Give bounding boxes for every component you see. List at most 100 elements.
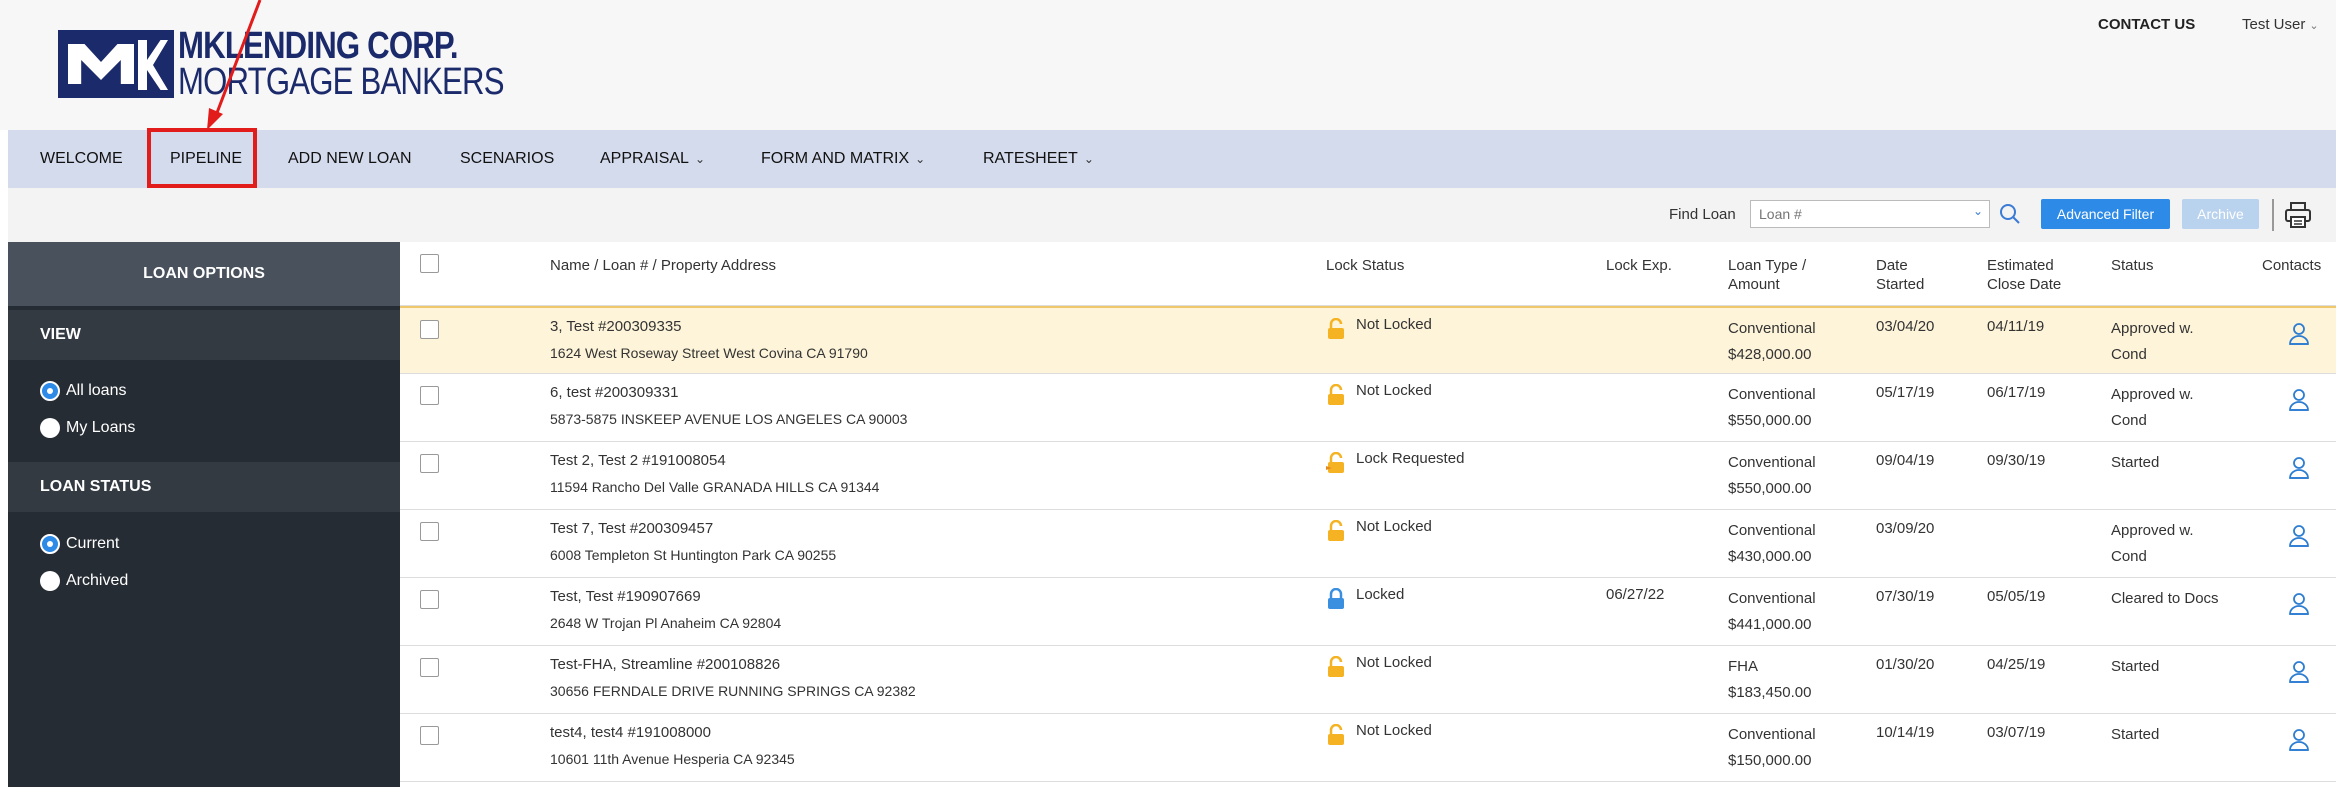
- table-row[interactable]: Test-FHA, Streamline #200108826 30656 FER…: [400, 646, 2336, 714]
- contact-us-link[interactable]: CONTACT US: [2098, 16, 2195, 33]
- chevron-down-icon: ⌄: [694, 152, 705, 166]
- loan-status: Approved w.: [2111, 320, 2194, 337]
- table-row[interactable]: Test, Test #190907669 2648 W Trojan Pl An…: [400, 578, 2336, 646]
- date-started: 09/04/19: [1876, 452, 1935, 469]
- loan-amount: $428,000.00: [1728, 346, 1812, 363]
- property-address: 10601 11th Avenue Hesperia CA 92345: [550, 751, 795, 767]
- table-row[interactable]: 3, Test #200309335 1624 West Roseway Stre…: [400, 306, 2336, 374]
- loan-status-heading: LOAN STATUS: [8, 462, 400, 512]
- row-checkbox[interactable]: [420, 320, 439, 339]
- table-header: Name / Loan # / Property Address Lock St…: [400, 242, 2336, 306]
- loan-type: Conventional: [1728, 522, 1816, 539]
- loan-name[interactable]: 6, test #200309331: [550, 380, 678, 406]
- lock-open-icon: [1326, 655, 1346, 678]
- row-checkbox[interactable]: [420, 386, 439, 405]
- header-status[interactable]: Status: [2111, 256, 2154, 275]
- property-address: 6008 Templeton St Huntington Park CA 902…: [550, 547, 837, 563]
- nav-appraisal[interactable]: APPRAISAL ⌄: [600, 130, 705, 188]
- lock-open-icon: [1326, 723, 1346, 746]
- table-row[interactable]: Test 2, Test 2 #191008054 11594 Rancho De…: [400, 442, 2336, 510]
- header-name[interactable]: Name / Loan # / Property Address: [550, 256, 776, 275]
- user-menu[interactable]: Test User ⌄: [2242, 16, 2319, 33]
- loan-type: Conventional: [1728, 386, 1816, 403]
- row-checkbox[interactable]: [420, 522, 439, 541]
- header-contacts: Contacts: [2262, 257, 2322, 274]
- est-close-date: 09/30/19: [1987, 452, 2046, 469]
- radio-selected-icon[interactable]: [40, 534, 60, 554]
- loan-status: Cleared to Docs: [2111, 590, 2219, 607]
- contact-person-icon[interactable]: [2288, 728, 2310, 752]
- lock-open-icon: [1326, 383, 1346, 406]
- table-row[interactable]: Test 7, Test #200309457 6008 Templeton St…: [400, 510, 2336, 578]
- row-checkbox[interactable]: [420, 454, 439, 473]
- toolbar-divider: [2272, 199, 2274, 231]
- radio-my-loans[interactable]: My Loans: [40, 418, 135, 438]
- lock-status: Locked: [1356, 586, 1405, 603]
- table-row[interactable]: test4, test4 #191008000 10601 11th Avenue…: [400, 714, 2336, 782]
- radio-archived[interactable]: Archived: [40, 571, 128, 591]
- loan-type: Conventional: [1728, 320, 1816, 337]
- loan-status-cont: Cond: [2111, 548, 2147, 565]
- lock-open-icon: [1326, 519, 1346, 542]
- nav-form-and-matrix[interactable]: FORM AND MATRIX ⌄: [761, 130, 925, 188]
- header-loan-type[interactable]: Loan Type / Amount: [1728, 256, 1806, 294]
- contact-person-icon[interactable]: [2288, 524, 2310, 548]
- loan-name[interactable]: Test, Test #190907669: [550, 584, 701, 610]
- radio-unselected-icon[interactable]: [40, 418, 60, 438]
- contact-person-icon[interactable]: [2288, 322, 2310, 346]
- radio-all-loans[interactable]: All loans: [40, 381, 126, 401]
- lock-status: Not Locked: [1356, 382, 1432, 399]
- logo-mark-icon: [58, 30, 174, 98]
- row-checkbox[interactable]: [420, 658, 439, 677]
- row-checkbox[interactable]: [420, 726, 439, 745]
- loan-type: FHA: [1728, 658, 1758, 675]
- contact-person-icon[interactable]: [2288, 388, 2310, 412]
- radio-current[interactable]: Current: [40, 534, 119, 554]
- radio-unselected-icon[interactable]: [40, 571, 60, 591]
- find-loan-input[interactable]: [1750, 200, 1990, 228]
- date-started: 07/30/19: [1876, 588, 1935, 605]
- loan-name[interactable]: Test 7, Test #200309457: [550, 516, 713, 542]
- chevron-down-icon: ⌄: [915, 152, 926, 166]
- table-row[interactable]: 6, test #200309331 5873-5875 INSKEEP AVEN…: [400, 374, 2336, 442]
- nav-scenarios[interactable]: SCENARIOS: [460, 130, 554, 188]
- contact-person-icon[interactable]: [2288, 456, 2310, 480]
- nav-welcome[interactable]: WELCOME: [40, 130, 123, 188]
- row-checkbox[interactable]: [420, 590, 439, 609]
- date-started: 01/30/20: [1876, 656, 1935, 673]
- find-loan-label: Find Loan: [1669, 206, 1736, 223]
- company-logo[interactable]: MKLENDING CORP. MORTGAGE BANKERS: [58, 27, 575, 101]
- loan-name[interactable]: 3, Test #200309335: [550, 314, 682, 340]
- loan-name[interactable]: Test-FHA, Streamline #200108826: [550, 652, 780, 678]
- loan-status-cont: Cond: [2111, 412, 2147, 429]
- select-all-checkbox[interactable]: [420, 254, 439, 273]
- est-close-date: 04/11/19: [1987, 318, 2045, 335]
- date-started: 05/17/19: [1876, 384, 1935, 401]
- contact-person-icon[interactable]: [2288, 592, 2310, 616]
- advanced-filter-button[interactable]: Advanced Filter: [2041, 199, 2170, 229]
- est-close-date: 05/05/19: [1987, 588, 2046, 605]
- loan-status: Started: [2111, 658, 2160, 675]
- est-close-date: 04/25/19: [1987, 656, 2046, 673]
- archive-button[interactable]: Archive: [2182, 199, 2259, 229]
- header-lock-status[interactable]: Lock Status: [1326, 256, 1404, 275]
- lock-open-icon: [1326, 317, 1346, 340]
- loan-name[interactable]: test4, test4 #191008000: [550, 720, 711, 746]
- header-est-close[interactable]: Estimated Close Date: [1987, 256, 2061, 294]
- sidebar-title: LOAN OPTIONS: [8, 242, 400, 306]
- print-icon[interactable]: [2283, 200, 2313, 230]
- chevron-down-icon[interactable]: ⌄: [1973, 204, 1983, 218]
- property-address: 2648 W Trojan Pl Anaheim CA 92804: [550, 615, 782, 631]
- loan-amount: $550,000.00: [1728, 480, 1812, 497]
- nav-ratesheet[interactable]: RATESHEET ⌄: [983, 130, 1094, 188]
- header-date-started[interactable]: Date Started: [1876, 256, 1924, 294]
- loan-status: Started: [2111, 454, 2160, 471]
- header-lock-exp[interactable]: Lock Exp.: [1606, 256, 1672, 275]
- property-address: 11594 Rancho Del Valle GRANADA HILLS CA …: [550, 479, 880, 495]
- radio-selected-icon[interactable]: [40, 381, 60, 401]
- search-icon[interactable]: [1998, 202, 2022, 226]
- contact-person-icon[interactable]: [2288, 660, 2310, 684]
- lock-open-icon: [1326, 451, 1346, 474]
- nav-add-new-loan[interactable]: ADD NEW LOAN: [288, 130, 412, 188]
- loan-name[interactable]: Test 2, Test 2 #191008054: [550, 448, 726, 474]
